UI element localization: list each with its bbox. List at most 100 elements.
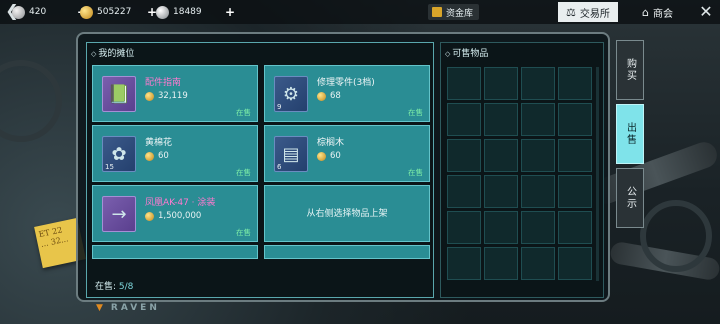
stall-card[interactable]: ⚙ 9 修理零件(3档) 68 在售	[264, 65, 430, 122]
empty-slot-hint: 从右侧选择物品上架	[306, 209, 388, 219]
item-price-value: 68	[330, 91, 341, 101]
inventory-cell[interactable]	[521, 139, 555, 172]
item-price: 32,119	[145, 91, 188, 101]
item-thumb: →	[102, 196, 136, 232]
item-name: 黄棉花	[145, 138, 173, 148]
sellable-items-title: ◇ 可售物品	[445, 49, 489, 59]
inventory-cell[interactable]	[484, 103, 518, 136]
inventory-cell[interactable]	[447, 175, 481, 208]
inventory-cell[interactable]	[558, 175, 592, 208]
inventory-cell[interactable]	[558, 67, 592, 100]
silver-coin-icon	[12, 5, 25, 19]
raven-logo: ▼ RAVEN	[96, 303, 160, 313]
item-status: 在售	[408, 168, 423, 177]
inventory-cell[interactable]	[521, 103, 555, 136]
item-price-value: 60	[330, 151, 341, 161]
book-icon: 📗	[107, 84, 131, 105]
item-status: 在售	[408, 108, 423, 117]
inventory-cell[interactable]	[447, 67, 481, 100]
item-name: 配件指南	[145, 78, 182, 88]
inventory-cell[interactable]	[484, 211, 518, 244]
empty-slot[interactable]	[92, 245, 258, 259]
tab-sell[interactable]: 出售	[616, 104, 644, 164]
home-icon: ⌂	[642, 5, 649, 19]
tab-exchange-label: 交易所	[579, 8, 610, 20]
empty-slot[interactable]: 从右侧选择物品上架	[264, 185, 430, 242]
inventory-cell[interactable]	[558, 139, 592, 172]
inventory-scrollbar[interactable]	[596, 67, 599, 281]
tab-sell-label: 出售	[624, 122, 636, 146]
inventory-cell[interactable]	[558, 103, 592, 136]
my-stall-title: ◇ 我的摊位	[91, 49, 135, 59]
inventory-cell[interactable]	[484, 175, 518, 208]
on-sale-label: 在售:	[95, 282, 117, 292]
inventory-cell[interactable]	[521, 175, 555, 208]
on-sale-value: 5/8	[118, 282, 134, 292]
currency-gem-value: 18489	[173, 7, 202, 17]
item-status: 在售	[236, 108, 251, 117]
sellable-items-title-text: 可售物品	[452, 49, 489, 59]
stall-card[interactable]: ▤ 6 棕榈木 60 在售	[264, 125, 430, 182]
stall-card[interactable]: 📗 配件指南 32,119 在售	[92, 65, 258, 122]
gold-coin-icon	[145, 211, 154, 221]
currency-gold: 505227 +	[80, 4, 163, 20]
item-thumb: ▤ 6	[274, 136, 308, 172]
tab-exchange[interactable]: ⚖ 交易所	[558, 2, 618, 22]
item-count: 9	[277, 103, 282, 111]
item-price-value: 60	[158, 151, 169, 161]
tab-shop[interactable]: ⌂ 商会	[634, 2, 681, 22]
top-bar: ❮ 420 + 505227 + 18489 + 资金库 ⚖ 交易所 ⌂ 商会 …	[0, 0, 720, 24]
inventory-cell[interactable]	[484, 139, 518, 172]
item-thumb: ✿ 15	[102, 136, 136, 172]
gold-coin-icon	[80, 5, 93, 19]
gold-coin-icon	[317, 91, 326, 101]
inventory-cell[interactable]	[521, 247, 555, 280]
inventory-cell[interactable]	[558, 247, 592, 280]
scale-icon: ⚖	[566, 5, 576, 19]
gold-coin-icon	[145, 91, 154, 101]
item-price: 60	[145, 151, 169, 161]
currency-silver-value: 420	[29, 7, 47, 17]
item-status: 在售	[236, 228, 251, 237]
sellable-items-panel: ◇ 可售物品	[440, 42, 604, 298]
item-price-value: 1,500,000	[158, 211, 202, 221]
inventory-cell[interactable]	[484, 67, 518, 100]
vault-button[interactable]: 资金库	[428, 4, 480, 20]
stall-card[interactable]: ✿ 15 黄棉花 60 在售	[92, 125, 258, 182]
currency-gem: 18489 +	[156, 4, 241, 20]
inventory-cell[interactable]	[447, 139, 481, 172]
stall-card[interactable]: → 凤凰AK-47 · 涂装 1,500,000 在售	[92, 185, 258, 242]
empty-slot[interactable]	[264, 245, 430, 259]
tab-shop-label: 商会	[652, 8, 673, 20]
gold-coin-icon	[317, 151, 326, 161]
tab-notice-label: 公示	[624, 186, 636, 210]
gem-coin-icon	[156, 5, 169, 19]
inventory-cell[interactable]	[484, 247, 518, 280]
vault-icon	[432, 7, 442, 17]
inventory-cell[interactable]	[521, 211, 555, 244]
my-stall-title-text: 我的摊位	[98, 49, 135, 59]
item-price: 68	[317, 91, 341, 101]
inventory-cell[interactable]	[521, 67, 555, 100]
item-count: 6	[277, 163, 282, 171]
inventory-cell[interactable]	[447, 211, 481, 244]
item-thumb: ⚙ 9	[274, 76, 308, 112]
inventory-cell[interactable]	[447, 247, 481, 280]
item-name: 凤凰AK-47 · 涂装	[145, 198, 216, 208]
item-thumb: 📗	[102, 76, 136, 112]
rifle-icon: →	[111, 204, 127, 225]
tab-notice[interactable]: 公示	[616, 168, 644, 228]
raven-logo-text: RAVEN	[110, 303, 160, 313]
inventory-cell[interactable]	[447, 103, 481, 136]
item-price-value: 32,119	[158, 91, 188, 101]
inventory-grid	[447, 67, 592, 281]
item-status: 在售	[236, 168, 251, 177]
tab-buy[interactable]: 购买	[616, 40, 644, 100]
vault-label: 资金库	[446, 8, 474, 19]
item-price: 1,500,000	[145, 211, 201, 221]
close-icon[interactable]: ✕	[696, 2, 716, 22]
item-name: 棕榈木	[317, 138, 345, 148]
inventory-cell[interactable]	[558, 211, 592, 244]
add-gem-icon[interactable]: +	[225, 5, 235, 19]
tab-buy-label: 购买	[624, 58, 636, 82]
